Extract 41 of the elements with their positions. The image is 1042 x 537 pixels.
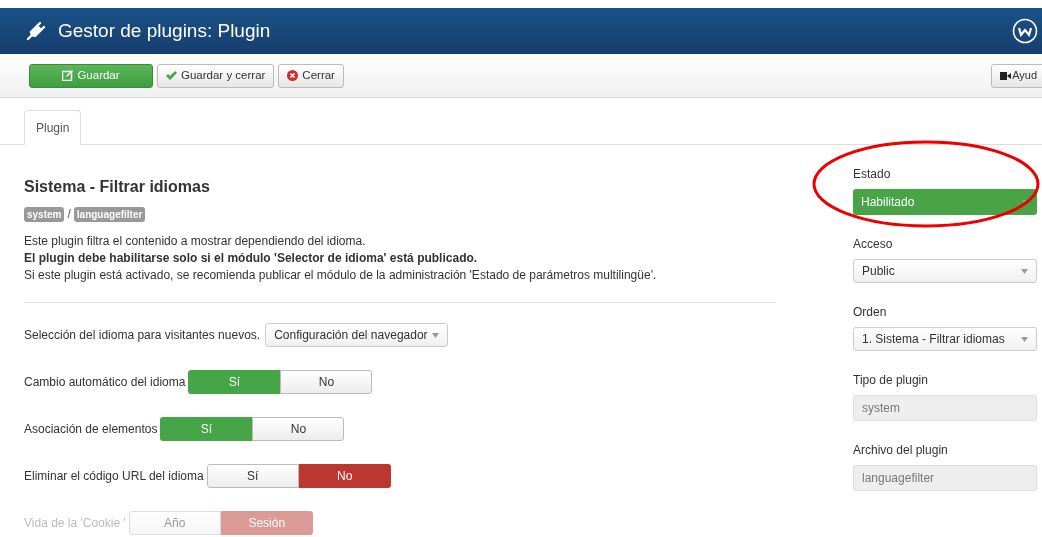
option-label: Selección del idioma para visitantes nuevos. [24,327,261,344]
language-select[interactable]: Configuración del navegador [265,323,449,347]
option-label: Asociación de elementos [24,421,158,438]
separator: / [67,206,71,223]
close-icon [287,70,299,81]
caret-icon [1021,268,1028,274]
help-button[interactable]: Ayud [991,63,1042,88]
save-close-button[interactable]: Guardar y cerrar [157,63,275,88]
tag: system [24,206,65,222]
caret-icon [1021,336,1028,342]
field-label: Orden [853,304,888,321]
caret-icon [1022,199,1029,205]
tab[interactable]: Plugin [24,110,82,145]
description-line: Si este plugin está activado, se recomienda publicar el módulo de la administración 'Estado de parámetros multilingüe'. [24,267,658,284]
toggle-option[interactable]: No [298,464,391,488]
plug-icon [26,21,46,41]
dropdown-select[interactable]: 1. Sistema - Filtrar idiomas [853,327,1037,351]
field-label: Tipo de plugin [853,372,929,389]
option-label: Eliminar el código URL del idioma [24,468,204,485]
toggle-option[interactable]: No [280,370,373,394]
close-button[interactable]: Cerrar [278,63,344,88]
video-icon [1000,71,1012,80]
readonly-field: system [853,395,1037,421]
toggle-option[interactable]: Sí [206,464,299,488]
option-label: Vida de la 'Cookie ' [24,515,126,532]
check-icon [166,70,177,81]
edit-icon [62,70,74,81]
dropdown-select[interactable]: Public [853,259,1037,283]
description-line: Este plugin filtra el contenido a mostrar dependiendo del idioma. [24,233,367,250]
field-label: Archivo del plugin [853,442,949,459]
caret-icon [432,332,440,338]
logo-icon [1012,18,1038,44]
plugin-title: Sistema - Filtrar idiomas [24,177,211,197]
option-label: Cambio automático del idioma [24,374,186,391]
readonly-field: languagefilter [853,465,1037,491]
field-label: Estado [853,166,892,183]
tag: languagefilter [73,206,146,222]
field-label: Acceso [853,236,894,253]
toggle-option[interactable]: No [252,417,345,441]
description-line: El plugin debe habilitarse solo si el módulo 'Selector de idioma' está publicado. [24,250,479,267]
page-title: Gestor de plugins: Plugin [58,18,271,43]
